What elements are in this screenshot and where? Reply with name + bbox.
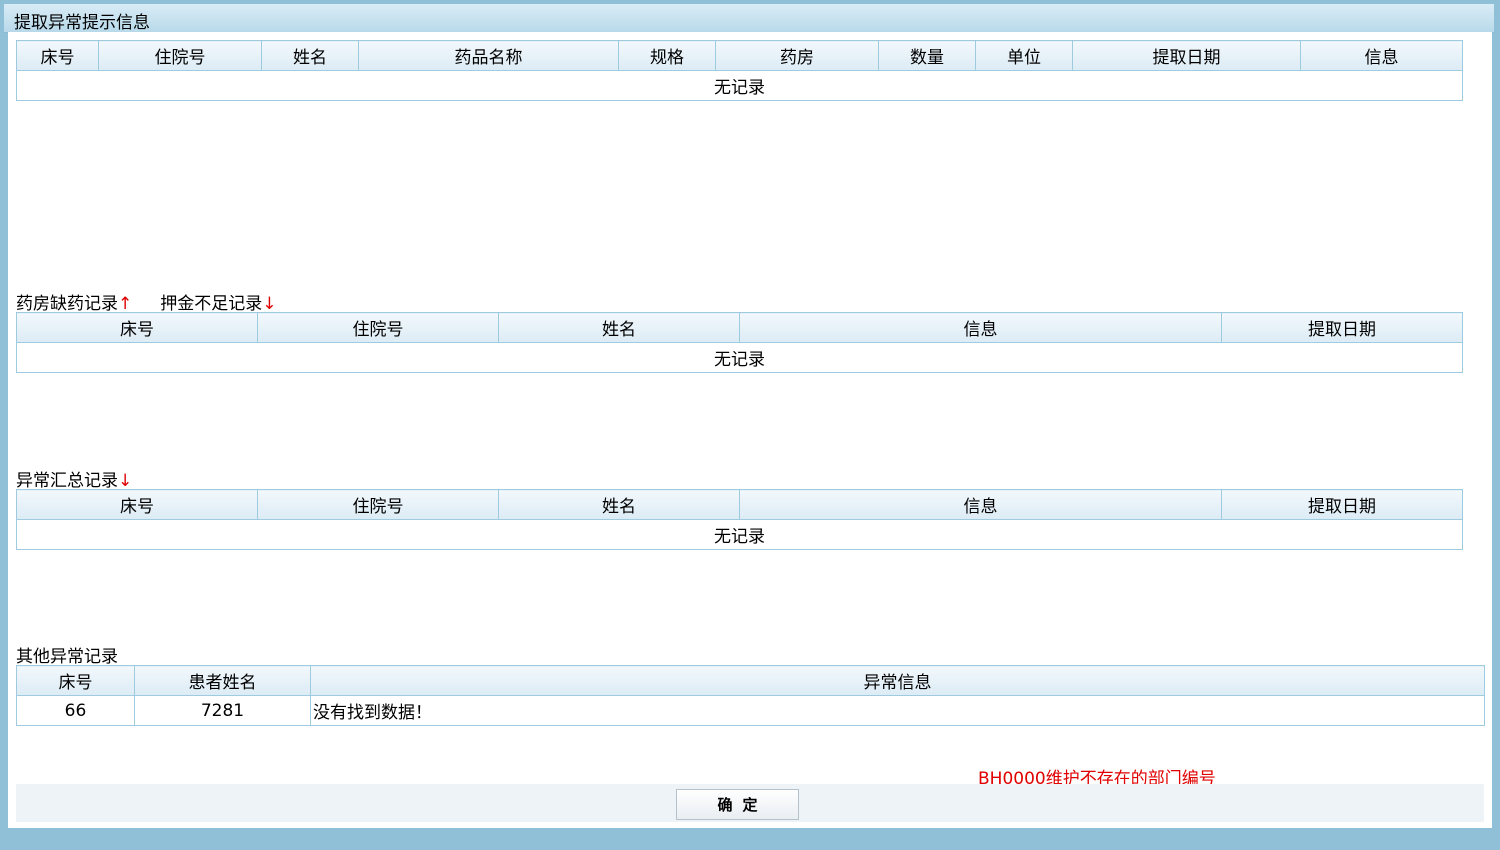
dialog-window: 提取异常提示信息 床号 住院号 姓名 药品名称 规格 药房 数量 单位 提取日期… [0,0,1500,850]
cell-bed: 66 [16,695,135,726]
confirm-button[interactable]: 确定 [676,789,799,820]
window-title: 提取异常提示信息 [14,13,150,33]
col-quantity[interactable]: 数量 [878,40,976,71]
col-bed[interactable]: 床号 [16,312,258,343]
exception-summary-table: 床号 住院号 姓名 信息 提取日期 无记录 [16,489,1463,550]
col-name[interactable]: 姓名 [498,312,740,343]
col-exception-info[interactable]: 异常信息 [310,665,1485,696]
col-admission-no[interactable]: 住院号 [257,312,499,343]
col-patient-name[interactable]: 患者姓名 [134,665,311,696]
empty-message: 无记录 [16,342,1463,373]
section2-label-row: 药房缺药记录↑ 押金不足记录↓ [16,289,277,314]
col-name[interactable]: 姓名 [498,489,740,520]
other-exception-table: 床号 患者姓名 异常信息 66 7281 没有找到数据！ [16,665,1485,726]
table-empty-row: 无记录 [16,70,1463,101]
cell-message: 没有找到数据！ [310,695,1485,726]
section3-label-row: 异常汇总记录↓ [16,466,132,491]
col-extract-date[interactable]: 提取日期 [1072,40,1301,71]
col-pharmacy[interactable]: 药房 [715,40,879,71]
table-header-row: 床号 住院号 姓名 信息 提取日期 [16,489,1463,520]
col-info[interactable]: 信息 [739,312,1222,343]
col-bed[interactable]: 床号 [16,489,258,520]
table-empty-row: 无记录 [16,342,1463,373]
col-admission-no[interactable]: 住院号 [257,489,499,520]
col-extract-date[interactable]: 提取日期 [1221,312,1463,343]
cell-patient: 7281 [134,695,311,726]
empty-message: 无记录 [16,519,1463,550]
sort-up-icon[interactable]: ↑ [118,294,132,314]
col-info[interactable]: 信息 [1300,40,1463,71]
col-spec[interactable]: 规格 [618,40,716,71]
sort-down-icon[interactable]: ↓ [118,471,132,491]
pharmacy-shortage-table: 床号 住院号 姓名 信息 提取日期 无记录 [16,312,1463,373]
col-drug-name[interactable]: 药品名称 [358,40,619,71]
table-header-row: 床号 患者姓名 异常信息 [16,665,1485,696]
empty-message: 无记录 [16,70,1463,101]
title-bar: 提取异常提示信息 [4,4,1494,33]
pharmacy-shortage-label[interactable]: 药房缺药记录 [16,294,118,314]
other-exception-label: 其他异常记录 [16,647,118,667]
sort-down-icon[interactable]: ↓ [262,294,276,314]
col-name[interactable]: 姓名 [261,40,359,71]
col-unit[interactable]: 单位 [975,40,1073,71]
table-header-row: 床号 住院号 姓名 信息 提取日期 [16,312,1463,343]
dialog-content: 床号 住院号 姓名 药品名称 规格 药房 数量 单位 提取日期 信息 无记录 药… [8,32,1492,828]
table-empty-row: 无记录 [16,519,1463,550]
deposit-shortage-label[interactable]: 押金不足记录 [160,294,262,314]
col-admission-no[interactable]: 住院号 [98,40,262,71]
table-header-row: 床号 住院号 姓名 药品名称 规格 药房 数量 单位 提取日期 信息 [16,40,1463,71]
col-info[interactable]: 信息 [739,489,1222,520]
table-row[interactable]: 66 7281 没有找到数据！ [16,695,1485,726]
extract-exception-table: 床号 住院号 姓名 药品名称 规格 药房 数量 单位 提取日期 信息 无记录 [16,40,1463,101]
col-bed[interactable]: 床号 [16,665,135,696]
col-bed[interactable]: 床号 [16,40,99,71]
exception-summary-label[interactable]: 异常汇总记录 [16,471,118,491]
col-extract-date[interactable]: 提取日期 [1221,489,1463,520]
